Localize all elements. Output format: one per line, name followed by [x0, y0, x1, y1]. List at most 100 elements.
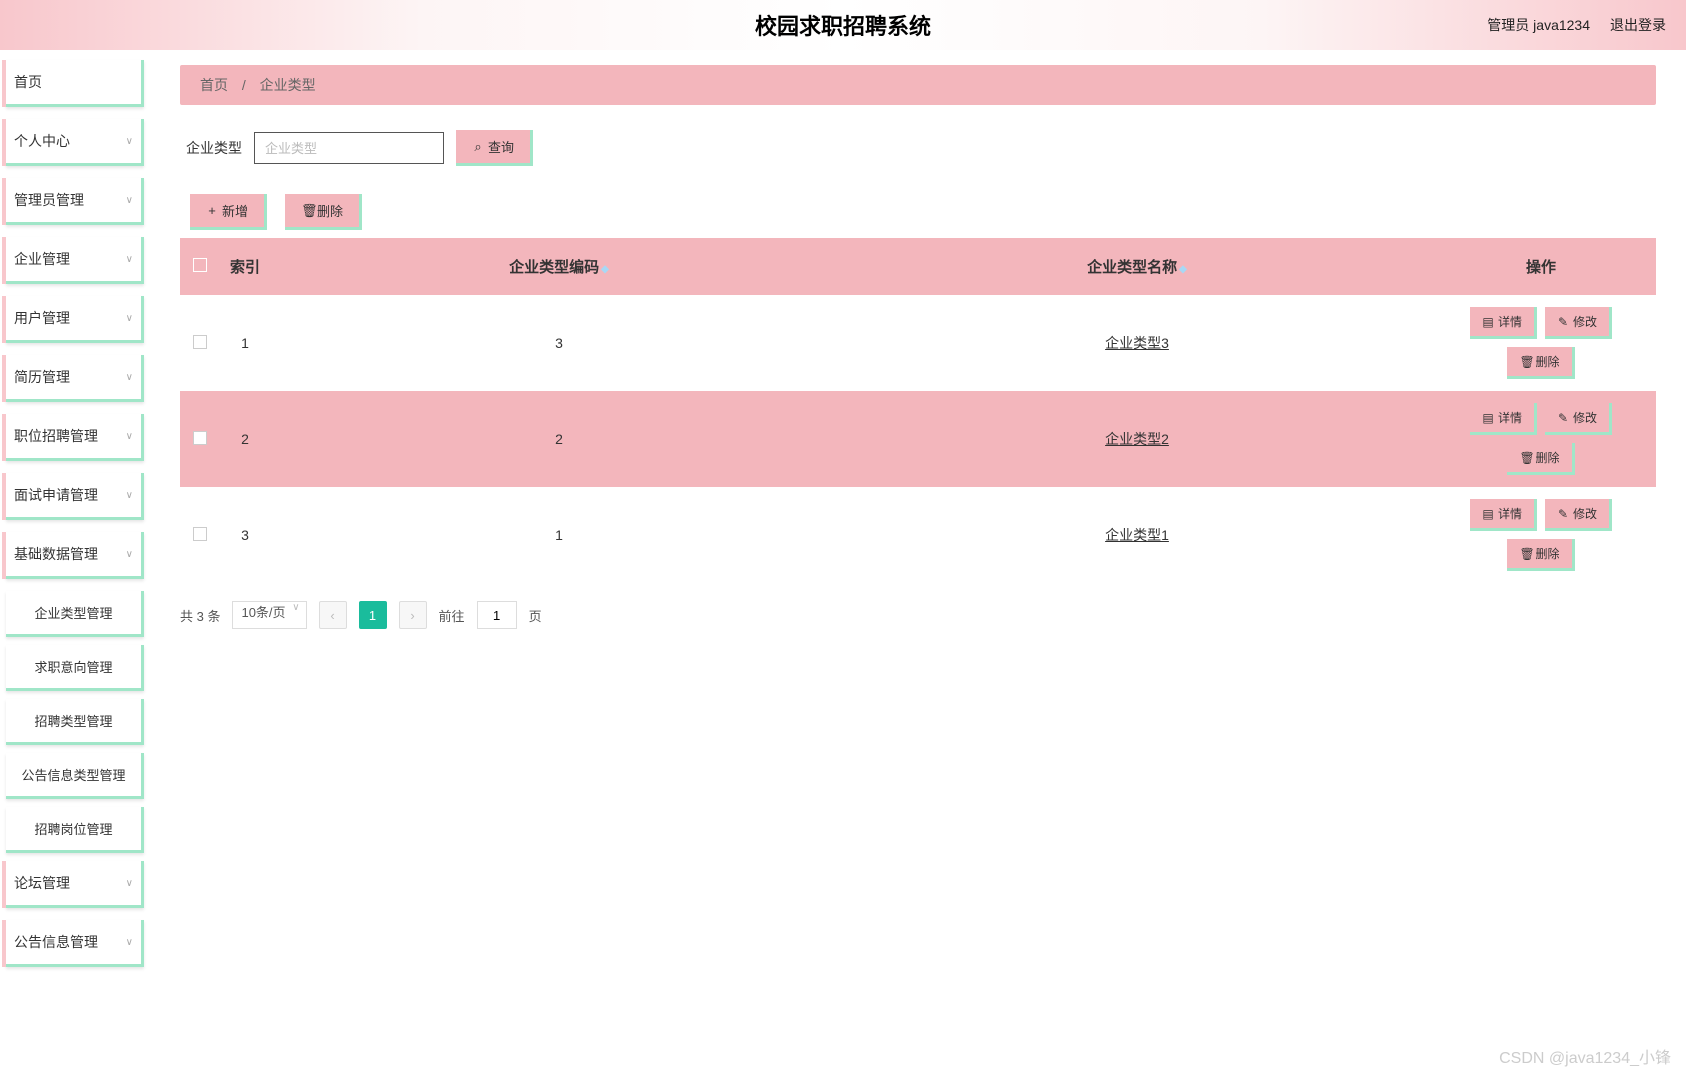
detail-button[interactable]: ▤ 详情	[1470, 403, 1537, 435]
sidebar-item-admin[interactable]: 管理员管理 ∨	[6, 178, 144, 225]
query-button[interactable]: ⌕ 查询	[456, 130, 533, 166]
logout-link[interactable]: 退出登录	[1610, 15, 1666, 35]
pagination: 共 3 条 10条/页 ∨ ‹ 1 › 前往 页	[180, 601, 1656, 629]
sidebar-item-user[interactable]: 用户管理 ∨	[6, 296, 144, 343]
edit-button[interactable]: ✎ 修改	[1545, 307, 1612, 339]
prev-page-button[interactable]: ‹	[319, 601, 347, 629]
sidebar-item-notice[interactable]: 公告信息管理 ∨	[6, 920, 144, 967]
edit-icon: ✎	[1557, 507, 1569, 521]
chevron-down-icon: ∨	[126, 195, 133, 206]
plus-icon: +	[206, 203, 218, 218]
cell-index: 1	[220, 295, 270, 391]
chevron-down-icon: ∨	[126, 878, 133, 889]
chevron-down-icon: ∨	[126, 372, 133, 383]
table-row: 2 2 企业类型2 ▤ 详情 ✎ 修改 🗑 删除	[180, 391, 1656, 487]
cell-name: 企业类型1	[848, 487, 1426, 583]
sidebar-item-forum[interactable]: 论坛管理 ∨	[6, 861, 144, 908]
data-table: 索引 企业类型编码◆ 企业类型名称◆ 操作 1 3 企业类型3 ▤ 详情 ✎ 修…	[180, 238, 1656, 583]
search-icon: ⌕	[472, 139, 484, 155]
goto-suffix: 页	[529, 606, 542, 625]
admin-label[interactable]: 管理员 java1234	[1487, 15, 1590, 35]
col-code[interactable]: 企业类型编码◆	[270, 238, 848, 295]
chevron-down-icon: ∨	[126, 937, 133, 948]
detail-icon: ▤	[1482, 507, 1494, 521]
sidebar-subitem-notice-type[interactable]: 公告信息类型管理	[6, 753, 144, 799]
table-row: 1 3 企业类型3 ▤ 详情 ✎ 修改 🗑 删除	[180, 295, 1656, 391]
edit-button[interactable]: ✎ 修改	[1545, 403, 1612, 435]
trash-icon: 🗑	[1519, 355, 1531, 369]
trash-icon: 🗑	[1519, 547, 1531, 561]
goto-prefix: 前往	[439, 606, 465, 625]
col-name[interactable]: 企业类型名称◆	[848, 238, 1426, 295]
cell-index: 2	[220, 391, 270, 487]
app-title: 校园求职招聘系统	[755, 9, 931, 41]
sidebar-item-home[interactable]: 首页	[6, 60, 144, 107]
table-header-row: 索引 企业类型编码◆ 企业类型名称◆ 操作	[180, 238, 1656, 295]
trash-icon: 🗑	[301, 203, 313, 219]
sidebar-subitem-position[interactable]: 招聘岗位管理	[6, 807, 144, 853]
add-button[interactable]: + 新增	[190, 194, 267, 230]
delete-button[interactable]: 🗑 删除	[1507, 347, 1574, 379]
row-checkbox[interactable]	[193, 335, 207, 349]
edit-icon: ✎	[1557, 411, 1569, 425]
cell-name: 企业类型3	[848, 295, 1426, 391]
chevron-down-icon: ∨	[126, 549, 133, 560]
sort-icon: ◆	[1179, 264, 1187, 275]
breadcrumb: 首页 / 企业类型	[180, 65, 1656, 105]
cell-code: 1	[270, 487, 848, 583]
breadcrumb-sep: /	[242, 77, 246, 93]
sidebar-subitem-enterprise-type[interactable]: 企业类型管理	[6, 591, 144, 637]
col-ops: 操作	[1426, 238, 1656, 295]
col-index: 索引	[220, 238, 270, 295]
chevron-down-icon: ∨	[126, 136, 133, 147]
breadcrumb-home[interactable]: 首页	[200, 77, 228, 93]
chevron-down-icon: ∨	[126, 490, 133, 501]
chevron-down-icon: ∨	[126, 254, 133, 265]
total-count: 共 3 条	[180, 606, 220, 625]
action-bar: + 新增 🗑 删除	[190, 194, 1656, 230]
sidebar-item-enterprise[interactable]: 企业管理 ∨	[6, 237, 144, 284]
select-all-checkbox[interactable]	[193, 258, 207, 272]
sidebar-subitem-recruit-type[interactable]: 招聘类型管理	[6, 699, 144, 745]
page-size-select[interactable]: 10条/页 ∨	[232, 601, 306, 629]
cell-name: 企业类型2	[848, 391, 1426, 487]
page-number-button[interactable]: 1	[359, 601, 387, 629]
sidebar-item-basedata[interactable]: 基础数据管理 ∨	[6, 532, 144, 579]
chevron-down-icon: ∨	[292, 602, 299, 613]
edit-button[interactable]: ✎ 修改	[1545, 499, 1612, 531]
chevron-down-icon: ∨	[126, 313, 133, 324]
sidebar-item-recruit[interactable]: 职位招聘管理 ∨	[6, 414, 144, 461]
row-checkbox[interactable]	[193, 527, 207, 541]
detail-button[interactable]: ▤ 详情	[1470, 307, 1537, 339]
sidebar-subitem-job-intent[interactable]: 求职意向管理	[6, 645, 144, 691]
sidebar: 首页 个人中心 ∨ 管理员管理 ∨ 企业管理 ∨ 用户管理 ∨ 简历管理 ∨ 职…	[0, 50, 150, 1076]
goto-input[interactable]	[477, 601, 517, 629]
trash-icon: 🗑	[1519, 451, 1531, 465]
next-page-button[interactable]: ›	[399, 601, 427, 629]
bulk-delete-button[interactable]: 🗑 删除	[285, 194, 362, 230]
sidebar-item-interview[interactable]: 面试申请管理 ∨	[6, 473, 144, 520]
header-right: 管理员 java1234 退出登录	[1487, 15, 1666, 35]
search-input[interactable]	[254, 132, 444, 164]
detail-button[interactable]: ▤ 详情	[1470, 499, 1537, 531]
row-checkbox[interactable]	[193, 431, 207, 445]
detail-icon: ▤	[1482, 315, 1494, 329]
breadcrumb-current: 企业类型	[260, 77, 316, 93]
edit-icon: ✎	[1557, 315, 1569, 329]
delete-button[interactable]: 🗑 删除	[1507, 443, 1574, 475]
search-bar: 企业类型 ⌕ 查询	[186, 130, 1656, 166]
sidebar-item-resume[interactable]: 简历管理 ∨	[6, 355, 144, 402]
header: 校园求职招聘系统 管理员 java1234 退出登录	[0, 0, 1686, 50]
table-row: 3 1 企业类型1 ▤ 详情 ✎ 修改 🗑 删除	[180, 487, 1656, 583]
search-label: 企业类型	[186, 138, 242, 158]
cell-code: 3	[270, 295, 848, 391]
delete-button[interactable]: 🗑 删除	[1507, 539, 1574, 571]
sort-icon: ◆	[601, 264, 609, 275]
main-content: 首页 / 企业类型 企业类型 ⌕ 查询 + 新增 🗑 删除	[150, 50, 1686, 1076]
cell-code: 2	[270, 391, 848, 487]
watermark: CSDN @java1234_小锋	[1499, 1044, 1671, 1068]
cell-index: 3	[220, 487, 270, 583]
sidebar-item-personal[interactable]: 个人中心 ∨	[6, 119, 144, 166]
detail-icon: ▤	[1482, 411, 1494, 425]
chevron-down-icon: ∨	[126, 431, 133, 442]
